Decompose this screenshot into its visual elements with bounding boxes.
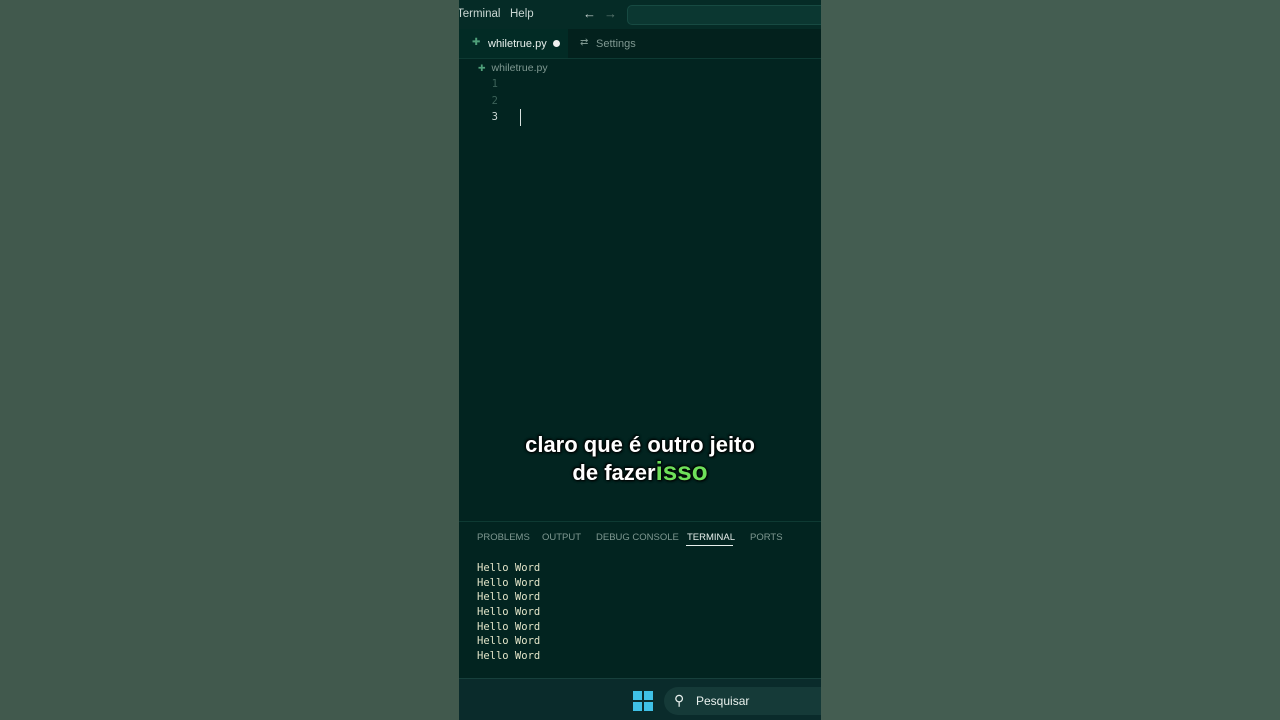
tab-label: whiletrue.py [488, 38, 547, 50]
terminal-line: Hello Word [477, 650, 541, 662]
terminal-line: Hello Word [477, 562, 541, 574]
editor-tab-bar: ✚ whiletrue.py ⇄ Settings [459, 29, 821, 59]
menu-help[interactable]: Help [510, 8, 534, 20]
video-caption: claro que é outro jeito de fazerisso [459, 432, 821, 486]
terminal-line: Hello Word [477, 635, 541, 647]
caption-line-2: de fazerisso [459, 458, 821, 486]
tab-label: Settings [596, 38, 636, 50]
taskbar-search-label: Pesquisar [696, 694, 750, 708]
menu-bar: Terminal Help ← → [459, 0, 821, 29]
terminal-line: Hello Word [477, 591, 541, 603]
python-file-icon: ✚ [478, 63, 486, 73]
arrow-right-icon[interactable]: → [604, 6, 617, 21]
python-file-icon: ✚ [472, 37, 481, 48]
caption-line-1: claro que é outro jeito [525, 432, 755, 457]
panel-tab-bar: PROBLEMS OUTPUT DEBUG CONSOLE TERMINAL P… [459, 521, 821, 552]
vscode-window: Terminal Help ← → ✚ whiletrue.py ⇄ Setti… [459, 0, 821, 720]
video-background-left [0, 0, 459, 720]
tab-settings[interactable]: ⇄ Settings [569, 29, 669, 58]
tab-terminal[interactable]: TERMINAL [687, 532, 735, 543]
tab-whiletrue-py[interactable]: ✚ whiletrue.py [459, 29, 568, 58]
line-number-current: 3 [491, 111, 498, 123]
video-background-right [821, 0, 1280, 720]
windows-taskbar: ⚲ Pesquisar [459, 678, 821, 720]
terminal-line: Hello Word [477, 577, 541, 589]
command-center-search[interactable] [627, 5, 821, 25]
caption-highlight: isso [655, 456, 708, 486]
text-cursor [520, 109, 521, 126]
caption-text: de fazer [572, 460, 656, 485]
windows-start-icon[interactable] [633, 691, 653, 711]
breadcrumb-file[interactable]: whiletrue.py [492, 62, 548, 74]
terminal-line: Hello Word [477, 621, 541, 633]
search-icon: ⚲ [674, 692, 685, 708]
tab-ports[interactable]: PORTS [750, 532, 783, 543]
taskbar-search[interactable]: ⚲ Pesquisar [664, 687, 821, 715]
line-number: 1 [491, 78, 498, 90]
unsaved-dot-icon[interactable] [553, 40, 560, 47]
tab-problems[interactable]: PROBLEMS [477, 532, 530, 543]
arrow-left-icon[interactable]: ← [583, 6, 596, 21]
tab-output[interactable]: OUTPUT [542, 532, 581, 543]
breadcrumb[interactable]: ✚ whiletrue.py [478, 62, 548, 74]
tab-debug-console[interactable]: DEBUG CONSOLE [596, 532, 679, 543]
menu-terminal[interactable]: Terminal [459, 8, 500, 20]
terminal-line: Hello Word [477, 606, 541, 618]
settings-icon: ⇄ [580, 37, 589, 48]
line-number: 2 [491, 95, 498, 107]
active-tab-indicator [686, 545, 733, 546]
